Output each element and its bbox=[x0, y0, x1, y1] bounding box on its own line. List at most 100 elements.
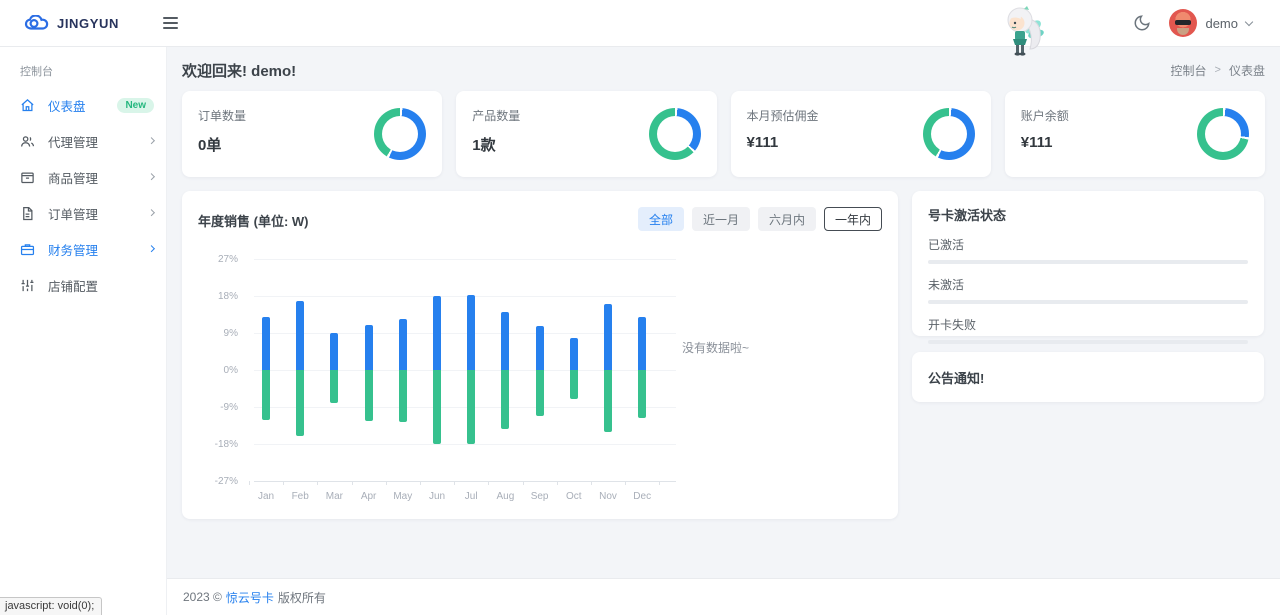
progress-bar[interactable] bbox=[928, 300, 1248, 304]
gridline bbox=[254, 296, 676, 297]
x-axis-tick-label: Feb bbox=[283, 491, 317, 502]
user-menu[interactable]: demo bbox=[1169, 9, 1252, 37]
x-axis-tick bbox=[386, 481, 387, 485]
bar-positive-May bbox=[399, 319, 407, 370]
y-axis-tick-label: -18% bbox=[202, 439, 238, 450]
gridline bbox=[254, 444, 676, 445]
avatar bbox=[1169, 9, 1197, 37]
sidebar-item-3[interactable]: 订单管理 bbox=[0, 199, 166, 227]
gridline bbox=[254, 333, 676, 334]
bar-negative-Nov bbox=[604, 370, 612, 432]
bar-positive-Feb bbox=[296, 301, 304, 370]
y-axis-tick-label: 9% bbox=[202, 328, 238, 339]
sidebar: 控制台 仪表盘New代理管理商品管理订单管理财务管理店铺配置 bbox=[0, 47, 167, 615]
x-axis-tick bbox=[523, 481, 524, 485]
bar-negative-Feb bbox=[296, 370, 304, 436]
bar-positive-Oct bbox=[570, 338, 578, 370]
stat-card-2: 本月预估佣金¥111 bbox=[731, 91, 991, 177]
x-axis-tick bbox=[659, 481, 660, 485]
filter-button-2[interactable]: 六月内 bbox=[758, 207, 816, 231]
sidebar-item-label: 订单管理 bbox=[48, 204, 149, 223]
sidebar-item-0[interactable]: 仪表盘New bbox=[0, 91, 166, 119]
browser-status-tooltip: javascript: void(0); bbox=[0, 597, 102, 615]
donut-chart bbox=[923, 108, 975, 160]
bar-chart: 27%18%9%0%-9%-18%-27%JanFebMarAprMayJunJ… bbox=[198, 239, 882, 509]
x-axis-tick bbox=[625, 481, 626, 485]
x-axis-tick-label: Mar bbox=[317, 491, 351, 502]
activation-row-1: 未激活 bbox=[928, 276, 1248, 304]
breadcrumb: 控制台>仪表盘 bbox=[1171, 62, 1265, 79]
x-axis-tick bbox=[249, 481, 250, 485]
main-content: 欢迎回来! demo! 控制台>仪表盘 订单数量0单产品数量1款本月预估佣金¥1… bbox=[167, 47, 1280, 578]
bar-negative-May bbox=[399, 370, 407, 422]
x-axis-tick bbox=[454, 481, 455, 485]
notice-title: 公告通知! bbox=[928, 368, 984, 387]
bar-positive-Aug bbox=[501, 312, 509, 370]
activation-title: 号卡激活状态 bbox=[928, 205, 1248, 224]
bar-negative-Jun bbox=[433, 370, 441, 444]
progress-bar[interactable] bbox=[928, 340, 1248, 344]
y-axis-tick-label: 27% bbox=[202, 254, 238, 265]
breadcrumb-item-1[interactable]: 仪表盘 bbox=[1229, 62, 1265, 79]
filter-button-1[interactable]: 近一月 bbox=[692, 207, 750, 231]
sidebar-menu: 仪表盘New 代理管理商品管理订单管理财务管理店铺配置 bbox=[0, 91, 166, 299]
chevron-right-icon bbox=[148, 137, 156, 145]
breadcrumb-item-0[interactable]: 控制台 bbox=[1171, 62, 1207, 79]
sidebar-item-2[interactable]: 商品管理 bbox=[0, 163, 166, 191]
cloud-logo-icon bbox=[24, 15, 50, 31]
bar-positive-Jul bbox=[467, 295, 475, 370]
filter-button-0[interactable]: 全部 bbox=[638, 207, 684, 231]
bar-positive-Mar bbox=[330, 333, 338, 370]
brand-logo[interactable]: JINGYUN bbox=[0, 15, 167, 31]
sidebar-item-label: 财务管理 bbox=[48, 240, 149, 259]
chart-filter-group: 全部近一月六月内一年内 bbox=[638, 207, 882, 231]
bar-positive-Nov bbox=[604, 304, 612, 370]
y-axis-tick-label: -27% bbox=[202, 476, 238, 487]
user-name: demo bbox=[1205, 16, 1238, 31]
bar-negative-Apr bbox=[365, 370, 373, 421]
gridline bbox=[254, 370, 676, 371]
activation-label: 开卡失败 bbox=[928, 316, 1248, 333]
activation-label: 未激活 bbox=[928, 276, 1248, 293]
footer: 2023 © 惊云号卡 版权所有 bbox=[167, 578, 1280, 615]
bar-negative-Oct bbox=[570, 370, 578, 399]
x-axis-tick-label: Oct bbox=[557, 491, 591, 502]
progress-bar[interactable] bbox=[928, 260, 1248, 264]
gridline bbox=[254, 407, 676, 408]
sidebar-item-label: 仪表盘 bbox=[48, 96, 117, 115]
x-axis-tick-label: Dec bbox=[625, 491, 659, 502]
chevron-right-icon bbox=[148, 245, 156, 253]
donut-chart bbox=[374, 108, 426, 160]
bar-positive-Sep bbox=[536, 326, 544, 370]
footer-year: 2023 © bbox=[183, 590, 222, 604]
stat-card-1: 产品数量1款 bbox=[456, 91, 716, 177]
sidebar-item-5[interactable]: 店铺配置 bbox=[0, 271, 166, 299]
new-badge: New bbox=[117, 98, 154, 113]
home-icon bbox=[20, 97, 36, 113]
footer-rights: 版权所有 bbox=[278, 589, 326, 606]
filter-button-3[interactable]: 一年内 bbox=[824, 207, 882, 231]
menu-toggle-icon[interactable] bbox=[157, 11, 184, 35]
gridline bbox=[254, 259, 676, 260]
stat-card-3: 账户余额¥111 bbox=[1005, 91, 1265, 177]
sidebar-item-label: 店铺配置 bbox=[48, 276, 154, 295]
x-axis-tick bbox=[591, 481, 592, 485]
x-axis-tick-label: Nov bbox=[591, 491, 625, 502]
users-icon bbox=[20, 133, 36, 149]
chevron-right-icon bbox=[148, 173, 156, 181]
sidebar-item-4[interactable]: 财务管理 bbox=[0, 235, 166, 263]
footer-brand-link[interactable]: 惊云号卡 bbox=[226, 589, 274, 606]
x-axis-tick bbox=[488, 481, 489, 485]
x-axis-tick bbox=[352, 481, 353, 485]
page-title: 欢迎回来! demo! bbox=[182, 60, 296, 81]
sidebar-item-1[interactable]: 代理管理 bbox=[0, 127, 166, 155]
x-axis-tick-label: Jun bbox=[420, 491, 454, 502]
card-notice: 公告通知! bbox=[912, 352, 1264, 402]
dark-mode-icon[interactable] bbox=[1133, 14, 1151, 32]
mascot-pet-widget[interactable] bbox=[1000, 3, 1052, 62]
y-axis-tick-label: 18% bbox=[202, 291, 238, 302]
annual-sales-card: 年度销售 (单位: W) 全部近一月六月内一年内 27%18%9%0%-9%-1… bbox=[182, 191, 898, 519]
donut-chart bbox=[649, 108, 701, 160]
sliders-icon bbox=[20, 277, 36, 293]
chevron-right-icon bbox=[148, 209, 156, 217]
